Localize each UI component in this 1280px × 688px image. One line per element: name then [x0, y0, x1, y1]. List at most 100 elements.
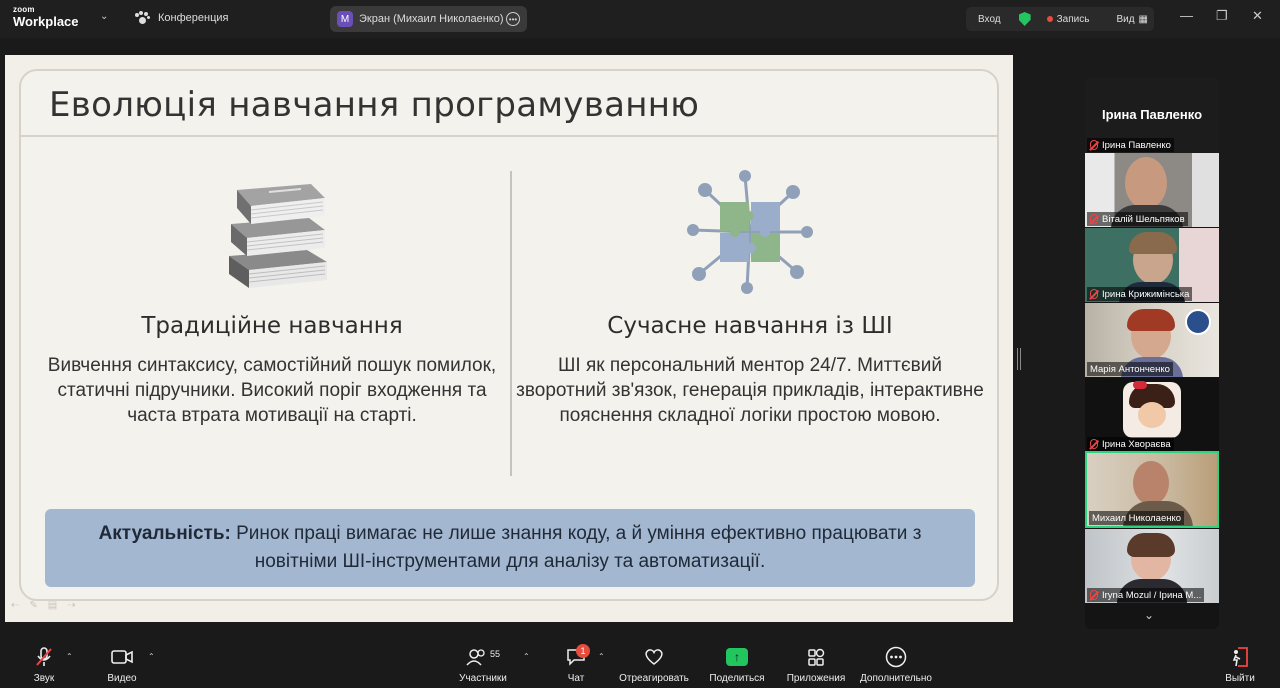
- share-screen-button[interactable]: ↑ Поделиться: [708, 646, 766, 684]
- more-options-icon[interactable]: •••: [506, 12, 520, 26]
- close-icon[interactable]: ✕: [1252, 8, 1263, 24]
- participant-label: Ірина Павленко: [1087, 138, 1174, 152]
- heart-icon: [618, 646, 690, 668]
- participant-panel: Ірина Павленко Ірина Павленко Віталій Ше…: [1085, 77, 1219, 629]
- record-button[interactable]: Запись: [1057, 14, 1090, 25]
- meeting-info[interactable]: Конференция: [134, 11, 228, 25]
- record-dot-icon: [1046, 16, 1053, 22]
- avatar: [1125, 157, 1167, 209]
- chat-icon: 1: [562, 644, 590, 668]
- minimize-icon[interactable]: —: [1180, 8, 1193, 23]
- apps-label: Приложения: [786, 673, 846, 684]
- share-label: Экран (Михаил Николаенко): [359, 13, 504, 25]
- books-icon: [37, 165, 507, 299]
- audio-button[interactable]: Звук: [28, 646, 60, 684]
- chat-label: Чат: [567, 673, 585, 684]
- ai-column: Сучасне навчання із ШІ ШІ як персональни…: [515, 165, 985, 428]
- shared-screen: Еволюція навчання програмуванню Традицій…: [5, 55, 1013, 622]
- paw-icon: [134, 11, 150, 25]
- more-label: Дополнительно: [860, 673, 932, 684]
- annotation-toolbar[interactable]: ⇠✎▤⇢: [11, 600, 86, 611]
- chevron-down-icon[interactable]: ⌄: [100, 11, 108, 22]
- leave-button[interactable]: Выйти: [1222, 646, 1258, 684]
- participant-tile-active[interactable]: Михаил Николаенко: [1085, 451, 1219, 528]
- participants-icon: 55: [456, 646, 510, 668]
- note-bold-label: Актуальність:: [98, 523, 231, 544]
- grid-view-icon[interactable]: ▦: [1139, 14, 1148, 25]
- speaker-name: Ірина Павленко: [1101, 107, 1203, 122]
- title-bar: zoom Workplace ⌄ Конференция M Экран (Ми…: [0, 0, 1280, 38]
- traditional-column: Традиційне навчання Вивчення синтаксису,…: [37, 165, 507, 428]
- logo-top-text: zoom: [13, 5, 35, 14]
- participant-tile[interactable]: Iryna Mozul / Ірина М...: [1085, 529, 1219, 603]
- video-options-caret[interactable]: ⌃: [148, 652, 155, 661]
- more-button[interactable]: Дополнительно: [858, 646, 934, 684]
- mic-muted-icon: [28, 646, 60, 668]
- participant-label: Віталій Шельпяков: [1087, 212, 1188, 226]
- top-right-controls: Вход Запись Вид ▦: [966, 7, 1154, 31]
- relevance-note: Актуальність: Ринок праці вимагає не лиш…: [45, 509, 975, 587]
- participants-button[interactable]: 55 Участники: [456, 646, 510, 684]
- participant-tile[interactable]: Ірина Хвораєва: [1085, 378, 1219, 452]
- puzzle-network-icon: [515, 165, 985, 299]
- university-logo-icon: [1185, 309, 1211, 335]
- mic-muted-icon: [1090, 289, 1098, 299]
- participants-count: 55: [489, 649, 500, 659]
- apps-icon: [784, 646, 848, 668]
- sharer-avatar: M: [337, 11, 353, 27]
- participant-label: Михаил Николаенко: [1089, 511, 1185, 525]
- exit-door-icon: [1222, 646, 1258, 668]
- share-label: Поделиться: [709, 673, 765, 684]
- ai-text: ШІ як персональний ментор 24/7. Миттєвий…: [516, 355, 984, 426]
- video-camera-icon: [104, 646, 140, 668]
- participant-label: Марія Антонченко: [1087, 362, 1173, 376]
- chat-options-caret[interactable]: ⌃: [598, 652, 605, 661]
- screen-share-indicator[interactable]: M Экран (Михаил Николаенко) •••: [330, 6, 527, 32]
- participants-options-caret[interactable]: ⌃: [523, 652, 530, 661]
- zoom-logo: zoom Workplace: [13, 5, 79, 29]
- logo-bottom-text: Workplace: [13, 14, 79, 29]
- chat-button[interactable]: 1 Чат: [562, 644, 590, 684]
- avatar: [1133, 461, 1169, 505]
- react-label: Отреагировать: [619, 673, 689, 684]
- panel-splitter-handle[interactable]: [1017, 348, 1021, 370]
- meeting-name: Конференция: [158, 12, 229, 24]
- participant-label: Ірина Крижимінська: [1087, 287, 1193, 301]
- title-divider: [21, 135, 997, 137]
- zoom-window: zoom Workplace ⌄ Конференция M Экран (Ми…: [0, 0, 1280, 688]
- audio-label: Звук: [33, 673, 55, 684]
- share-arrow-icon: ↑: [726, 648, 748, 666]
- mic-muted-icon: [1090, 140, 1098, 150]
- leave-label: Выйти: [1225, 673, 1255, 684]
- mic-muted-icon: [1090, 439, 1098, 449]
- meeting-toolbar: Звук ⌃ Видео ⌃ 55 Участники ⌃ 1 Чат ⌃ От…: [0, 638, 1280, 688]
- participant-tile[interactable]: Марія Антонченко: [1085, 303, 1219, 377]
- chat-unread-badge: 1: [576, 644, 590, 658]
- participant-tile[interactable]: Віталій Шельпяков: [1085, 153, 1219, 227]
- audio-options-caret[interactable]: ⌃: [66, 652, 73, 661]
- apps-button[interactable]: Приложения: [784, 646, 848, 684]
- note-text: Ринок праці вимагає не лише знання коду,…: [230, 523, 922, 572]
- traditional-heading: Традиційне навчання: [141, 313, 403, 339]
- slide: Еволюція навчання програмуванню Традицій…: [19, 69, 999, 601]
- react-button[interactable]: Отреагировать: [618, 646, 690, 684]
- restore-icon[interactable]: ❐: [1216, 8, 1228, 24]
- video-button[interactable]: Видео: [104, 646, 140, 684]
- participant-tile[interactable]: Ірина Крижимінська: [1085, 228, 1219, 302]
- traditional-text: Вивчення синтаксису, самостійний пошук п…: [47, 355, 497, 426]
- slide-title: Еволюція навчання програмуванню: [49, 85, 700, 125]
- ai-heading: Сучасне навчання із ШІ: [607, 313, 893, 339]
- video-label: Видео: [107, 673, 137, 684]
- mic-muted-icon: [1090, 214, 1098, 224]
- mic-muted-icon: [1090, 590, 1098, 600]
- login-button[interactable]: Вход: [978, 14, 1001, 25]
- more-dots-icon: [858, 646, 934, 668]
- chevron-down-icon[interactable]: ⌄: [1144, 608, 1154, 622]
- speaker-tile[interactable]: Ірина Павленко Ірина Павленко: [1085, 77, 1219, 153]
- participant-label: Iryna Mozul / Ірина М...: [1087, 588, 1205, 602]
- participant-label: Ірина Хвораєва: [1087, 437, 1174, 451]
- view-button[interactable]: Вид: [1116, 14, 1134, 25]
- participants-label: Участники: [459, 673, 507, 684]
- column-divider: [510, 171, 512, 476]
- security-shield-icon[interactable]: [1018, 12, 1031, 26]
